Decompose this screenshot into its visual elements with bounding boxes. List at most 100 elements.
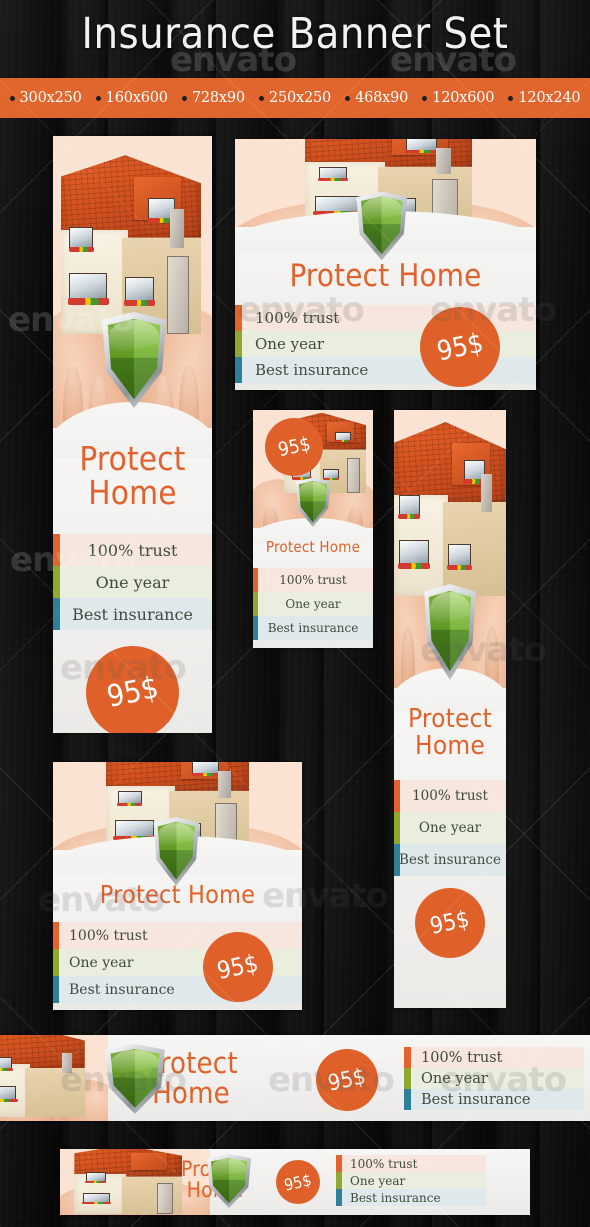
price-badge[interactable]: 95$: [420, 307, 500, 387]
house-chimney: [170, 208, 184, 249]
price-badge[interactable]: 95$: [316, 1049, 378, 1111]
price-value: 95$: [427, 906, 473, 940]
feature-label: 100% trust: [279, 573, 347, 587]
feature-item-one-year: One year: [336, 1172, 486, 1189]
house-window: [404, 139, 440, 153]
feature-item-trust: 100% trust: [404, 1047, 584, 1068]
house-chimney: [61, 1053, 72, 1074]
feature-accent-bar: [53, 976, 59, 1003]
feature-label: Best insurance: [399, 852, 501, 868]
size-item-160x600[interactable]: 160x600: [95, 90, 168, 106]
price-value: 95$: [103, 670, 162, 715]
size-item-120x240[interactable]: 120x240: [508, 90, 581, 106]
size-label: 120x240: [518, 90, 581, 106]
house-window: [317, 166, 348, 182]
house-door: [346, 457, 360, 494]
banner-250x250[interactable]: 95$ Protect Home 100% trust One year Bes…: [253, 410, 373, 648]
size-item-300x250[interactable]: 300x250: [9, 90, 82, 106]
house-window: [112, 820, 156, 840]
house-window: [335, 431, 351, 442]
house-window: [312, 195, 364, 215]
feature-accent-bar: [53, 598, 60, 630]
feature-accent-bar: [336, 1155, 342, 1172]
feature-accent-bar: [253, 592, 258, 616]
feature-label: One year: [418, 820, 482, 836]
price-value: 95$: [282, 1169, 314, 1195]
feature-item-one-year: One year: [53, 566, 212, 598]
hero-photo-hands-holding-house: [394, 410, 506, 710]
feature-item-trust: 100% trust: [394, 780, 506, 812]
size-label: 160x600: [105, 90, 168, 106]
model-house-illustration: [58, 155, 204, 335]
green-shield-icon: [104, 1044, 166, 1114]
house-chimney: [217, 771, 232, 799]
content-panel: Protect Home 100% trust One year Best in…: [394, 668, 506, 1008]
green-shield-icon: [153, 817, 200, 886]
feature-accent-bar: [53, 949, 59, 976]
headline-line-1: Protect: [79, 439, 186, 478]
feature-list: 100% trust One year Best insurance: [394, 780, 506, 876]
feature-list: 100% trust One year Best insurance: [336, 1155, 486, 1206]
bullet-dot-icon: [258, 95, 264, 101]
feature-accent-bar: [394, 780, 400, 812]
content-panel: Protect Home 100% trust One year Best in…: [53, 402, 212, 733]
banner-160x600[interactable]: Protect Home 100% trust One year Best in…: [53, 136, 212, 733]
feature-label: Best insurance: [350, 1190, 441, 1205]
banner-468x90[interactable]: Protect Home 100% trust One year Best in…: [60, 1149, 530, 1215]
house-window: [68, 226, 94, 252]
price-badge[interactable]: 95$: [415, 888, 485, 958]
headline: Protect Home: [99, 880, 256, 909]
feature-accent-bar: [404, 1068, 411, 1089]
feature-item-trust: 100% trust: [53, 534, 212, 566]
green-shield-icon: [295, 477, 331, 527]
feature-list: 100% trust One year Best insurance: [253, 568, 373, 640]
price-badge[interactable]: 95$: [265, 418, 323, 476]
banner-size-list: 300x250 160x600 728x90 250x250 468x90 12…: [0, 78, 590, 118]
feature-accent-bar: [53, 534, 60, 566]
price-value: 95$: [434, 327, 486, 367]
feature-item-best-insurance: Best insurance: [404, 1089, 584, 1110]
house-window: [446, 543, 472, 570]
size-item-250x250[interactable]: 250x250: [258, 90, 332, 106]
headline: Protect Home: [265, 538, 361, 556]
size-item-120x600[interactable]: 120x600: [422, 90, 495, 106]
feature-item-one-year: One year: [404, 1068, 584, 1089]
feature-item-best-insurance: Best insurance: [336, 1189, 486, 1206]
bullet-dot-icon: [9, 95, 15, 101]
bullet-dot-icon: [508, 95, 514, 101]
house-roof: [0, 1035, 85, 1068]
bullet-dot-icon: [181, 95, 187, 101]
banner-120x600[interactable]: Protect Home 100% trust One year Best in…: [394, 410, 506, 1008]
banner-300x250[interactable]: Protect Home 100% trust One year Best in…: [235, 139, 536, 390]
bullet-dot-icon: [95, 95, 101, 101]
banner-728x90[interactable]: Protect Home 100% trust One year Best in…: [0, 1035, 590, 1121]
feature-item-one-year: One year: [253, 592, 373, 616]
house-window: [397, 540, 431, 570]
header: Insurance Banner Set: [0, 0, 590, 78]
size-label: 120x600: [432, 90, 495, 106]
house-window: [116, 790, 143, 807]
price-value: 95$: [275, 432, 313, 462]
feature-accent-bar: [336, 1172, 342, 1189]
house-right-wall: [25, 1067, 85, 1117]
feature-item-trust: 100% trust: [253, 568, 373, 592]
headline-line-2: Home: [415, 730, 485, 761]
bullet-dot-icon: [422, 95, 428, 101]
feature-accent-bar: [253, 616, 258, 640]
feature-label: One year: [350, 1173, 406, 1188]
size-item-728x90[interactable]: 728x90: [181, 90, 245, 106]
feature-label: 100% trust: [69, 927, 148, 944]
house-chimney: [481, 474, 492, 513]
feature-label: One year: [95, 572, 170, 592]
price-badge[interactable]: 95$: [276, 1160, 320, 1204]
model-house-illustration: [394, 422, 506, 596]
size-label: 250x250: [268, 90, 332, 106]
feature-accent-bar: [235, 357, 242, 383]
price-badge[interactable]: 95$: [203, 932, 273, 1002]
price-value: 95$: [325, 1063, 369, 1097]
house-window: [0, 1057, 13, 1071]
banner-120x240[interactable]: Protect Home 100% trust One year Best in…: [53, 762, 302, 1010]
price-badge[interactable]: 95$: [86, 646, 179, 733]
size-item-468x90[interactable]: 468x90: [345, 90, 408, 106]
feature-list: 100% trust One year Best insurance: [53, 534, 212, 630]
